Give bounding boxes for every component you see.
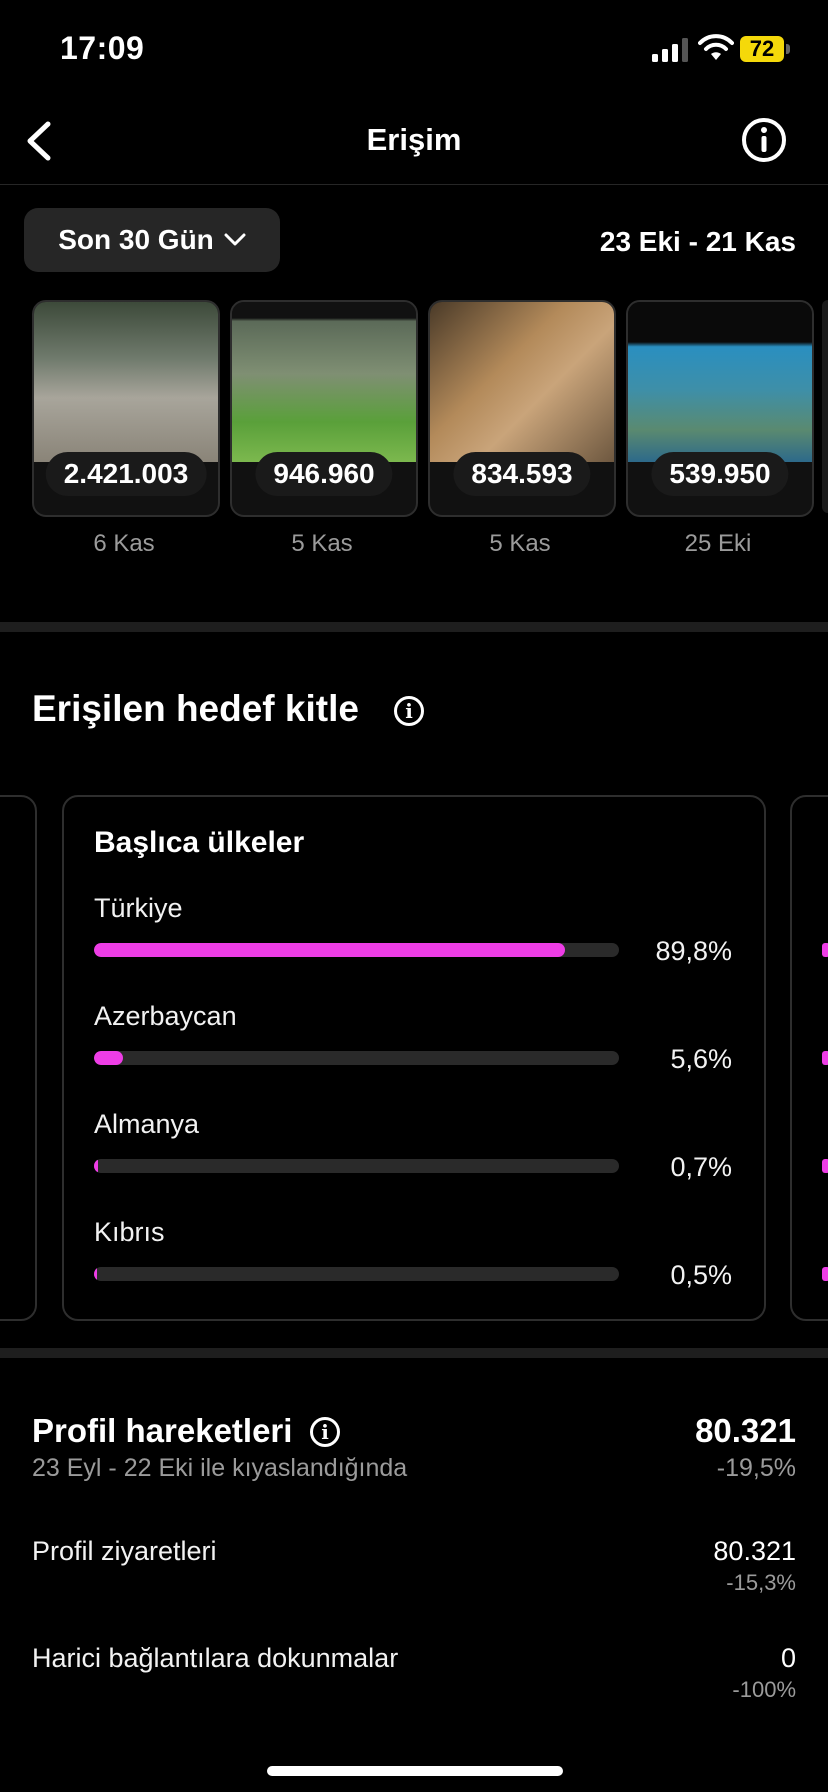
info-icon[interactable]: i (310, 1417, 340, 1447)
chevron-down-icon (224, 233, 246, 246)
country-pct: 89,8% (655, 936, 732, 966)
page-title: Erişim (366, 122, 462, 157)
wifi-icon (698, 34, 734, 60)
top-countries-title: Başlıca ülkeler (94, 826, 305, 859)
country-pct: 0,7% (670, 1152, 732, 1182)
content-date: 5 Kas (489, 530, 551, 557)
country-bar (94, 1159, 619, 1173)
date-range-dropdown[interactable]: Son 30 Gün (24, 208, 280, 272)
status-time: 17:09 (60, 30, 145, 66)
date-range-dropdown-label: Son 30 Gün (58, 224, 214, 255)
header-divider (0, 184, 828, 185)
metric-change: -100% (732, 1677, 796, 1702)
next-card-bar-edge (822, 1159, 828, 1173)
country-bar (94, 943, 619, 957)
country-bar (94, 1267, 619, 1281)
content-date: 25 Eki (684, 530, 752, 557)
content-thumbnail[interactable]: 834.593 (428, 300, 616, 517)
country-pct: 5,6% (670, 1044, 732, 1074)
section-separator (0, 622, 828, 632)
river-video-thumbnail (34, 302, 218, 462)
info-icon[interactable]: i (394, 696, 424, 726)
reach-count: 834.593 (453, 452, 591, 496)
prev-card-edge[interactable] (0, 795, 37, 1321)
home-indicator[interactable] (267, 1766, 563, 1776)
content-thumbnail[interactable]: 539.950 (626, 300, 814, 517)
content-thumbnail[interactable]: 946.960 (230, 300, 418, 517)
metric-label: Harici bağlantılara dokunmalar (32, 1643, 399, 1673)
date-range-text: 23 Eki - 21 Kas (599, 226, 796, 257)
metric-label: Profil ziyaretleri (32, 1536, 217, 1566)
country-name: Almanya (94, 1109, 200, 1139)
comparison-period: 23 Eyl - 22 Eki ile kıyaslandığında (32, 1454, 408, 1482)
reach-count: 539.950 (651, 452, 789, 496)
section-separator (0, 1348, 828, 1358)
sea-video-thumbnail (628, 302, 812, 462)
next-card-bar-edge (822, 943, 828, 957)
reach-count: 2.421.003 (45, 452, 207, 496)
profile-activity-title: Profil hareketleri (32, 1412, 293, 1449)
country-pct: 0,5% (670, 1260, 732, 1290)
reach-count: 946.960 (255, 452, 393, 496)
country-bar (94, 1051, 619, 1065)
battery-indicator: 72 (740, 36, 784, 62)
cellular-signal-icon (652, 38, 688, 62)
country-name: Kıbrıs (94, 1217, 165, 1247)
country-bar-fill (94, 1051, 124, 1065)
profile-activity-total: 80.321 (695, 1412, 796, 1449)
content-date: 6 Kas (93, 530, 155, 557)
next-card-bar-edge (822, 1267, 828, 1281)
metric-change: -15,3% (726, 1570, 796, 1595)
info-icon[interactable] (740, 116, 788, 164)
park-video-thumbnail (232, 302, 416, 462)
next-thumbnail-edge (822, 300, 828, 513)
profile-activity-change: -19,5% (716, 1454, 796, 1482)
country-bar-fill (94, 943, 566, 957)
battery-cap (786, 44, 790, 54)
country-name: Türkiye (94, 893, 183, 923)
next-card-bar-edge (822, 1051, 828, 1065)
metric-value: 80.321 (713, 1536, 796, 1566)
content-thumbnail[interactable]: 2.421.003 (32, 300, 220, 517)
content-date: 5 Kas (291, 530, 353, 557)
country-name: Azerbaycan (94, 1001, 237, 1031)
metric-value: 0 (780, 1643, 796, 1673)
man-video-thumbnail (430, 302, 614, 462)
audience-title: Erişilen hedef kitle (32, 688, 359, 729)
